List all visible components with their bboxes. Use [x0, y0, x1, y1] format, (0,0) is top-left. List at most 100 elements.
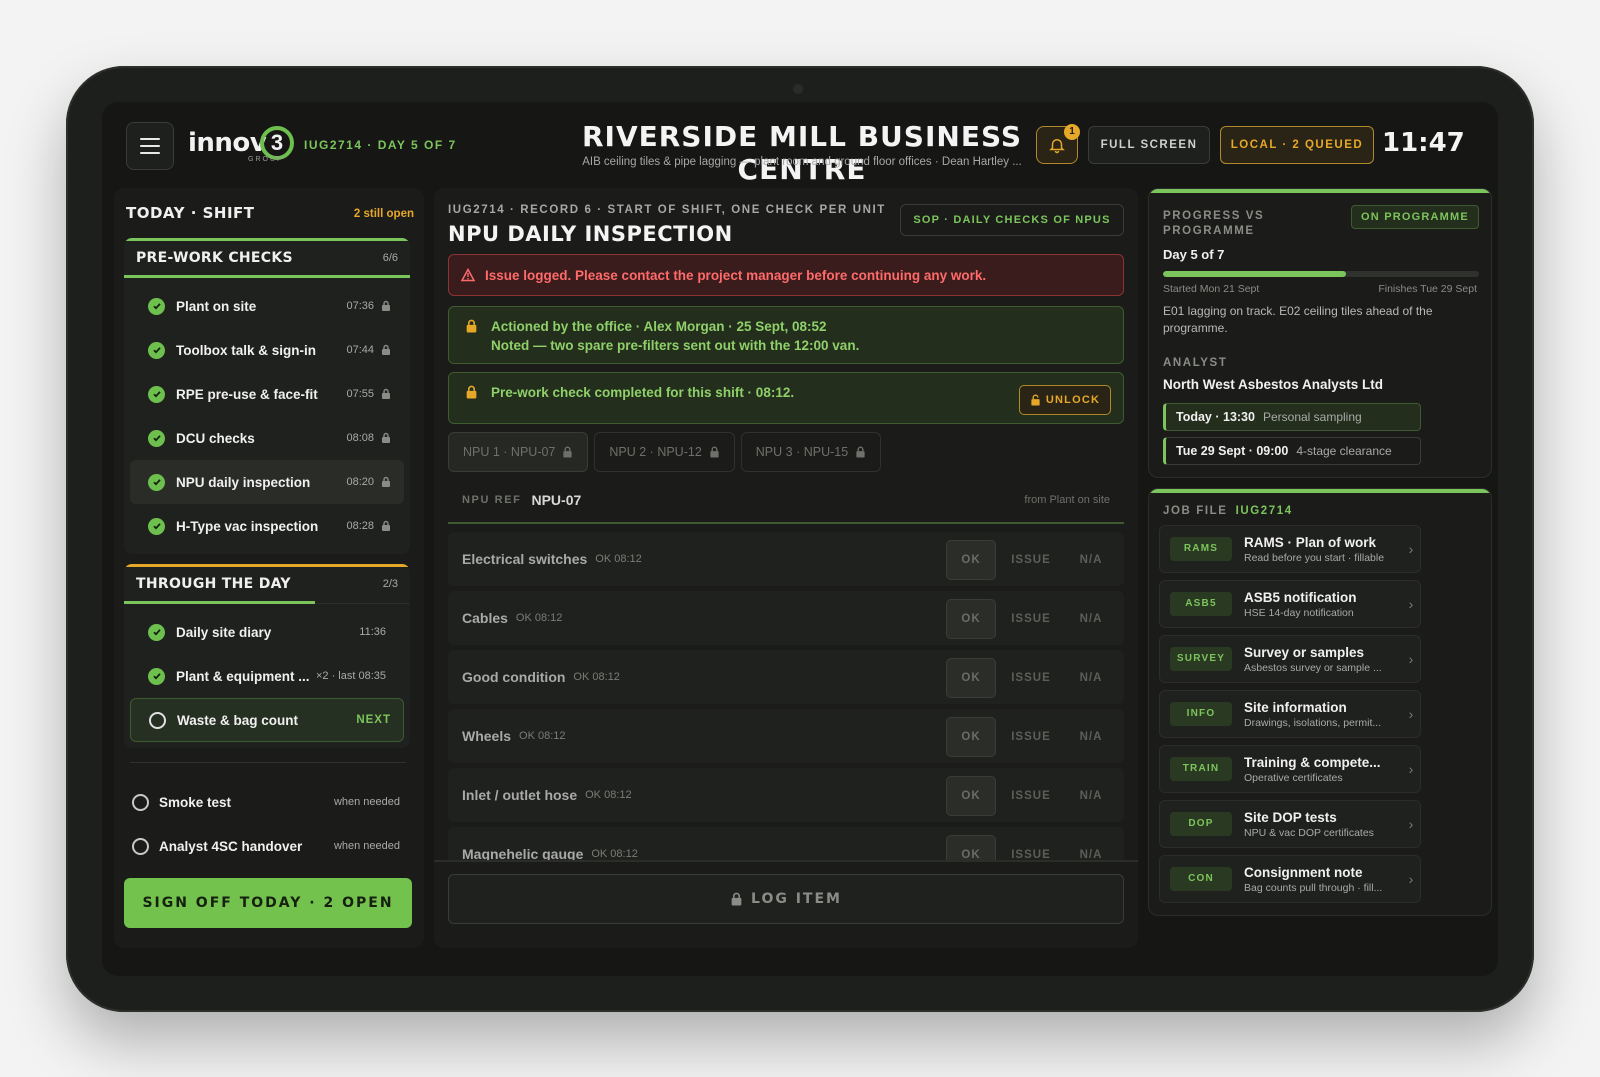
issue-button[interactable]: ISSUE: [1002, 599, 1060, 639]
tab-npu-3[interactable]: NPU 3 · NPU-15: [740, 432, 882, 472]
sign-off-button[interactable]: SIGN OFF TODAY · 2 OPEN: [124, 878, 412, 928]
ok-button[interactable]: OK: [946, 540, 996, 580]
sync-queue-status[interactable]: LOCAL · 2 QUEUED: [1220, 126, 1374, 164]
na-button[interactable]: N/A: [1066, 776, 1116, 816]
job-file-survey[interactable]: SURVEY Survey or samples Asbestos survey …: [1159, 635, 1421, 683]
inspection-panel: IUG2714 · RECORD 6 · START OF SHIFT, ONE…: [434, 188, 1138, 948]
menu-button[interactable]: [126, 122, 174, 170]
job-file-info[interactable]: INFO Site information Drawings, isolation…: [1159, 690, 1421, 738]
logo-wordmark: innov: [188, 128, 267, 158]
checklist-item-active[interactable]: NPU daily inspection 08:20: [130, 460, 404, 504]
doc-title: Consignment note: [1244, 864, 1363, 880]
lock-icon: [731, 892, 742, 906]
check-buttons: OK ISSUE N/A: [946, 658, 1116, 698]
ok-button[interactable]: OK: [946, 717, 996, 757]
group-count: 6/6: [382, 251, 398, 264]
check-buttons: OK ISSUE N/A: [946, 776, 1116, 816]
item-label: Plant & equipment ...: [176, 668, 310, 684]
na-button[interactable]: N/A: [1066, 717, 1116, 757]
job-file-title: JOB FILE: [1163, 505, 1228, 517]
completion-notice: Pre-work check completed for this shift …: [448, 372, 1124, 424]
checklist-item[interactable]: DCU checks 08:08: [130, 416, 404, 460]
issue-button[interactable]: ISSUE: [1002, 717, 1060, 757]
npu-ref-source: from Plant on site: [1024, 494, 1110, 506]
shift-panel: TODAY · SHIFT 2 still open PRE-WORK CHEC…: [114, 188, 424, 948]
log-item-button[interactable]: LOG ITEM: [448, 874, 1124, 924]
lock-icon: [466, 385, 477, 399]
through-the-day-group: THROUGH THE DAY 2/3 Daily site diary 11:…: [124, 564, 410, 748]
item-time: 11:36: [359, 626, 386, 638]
check-icon: [148, 385, 165, 403]
visit-type: Personal sampling: [1262, 410, 1362, 424]
issue-button[interactable]: ISSUE: [1002, 835, 1060, 862]
checklist-item[interactable]: Plant & equipment ... ×2 · last 08:35: [130, 654, 404, 698]
ok-button[interactable]: OK: [946, 776, 996, 816]
optional-item-analyst-handover[interactable]: Analyst 4SC handover when needed: [128, 826, 400, 866]
unlock-button[interactable]: UNLOCK: [1019, 385, 1111, 415]
check-icon: [148, 517, 165, 535]
innov8-logo: innov 3 GROUP: [188, 126, 298, 164]
issue-button[interactable]: ISSUE: [1002, 540, 1060, 580]
programme-progress-bar: [1163, 271, 1479, 277]
issue-button[interactable]: ISSUE: [1002, 658, 1060, 698]
chevron-right-icon: ›: [1408, 871, 1414, 887]
chevron-right-icon: ›: [1408, 816, 1414, 832]
checklist-item[interactable]: H-Type vac inspection 08:28: [130, 504, 404, 548]
job-file-asb5[interactable]: ASB5 ASB5 notification HSE 14-day notific…: [1159, 580, 1421, 628]
item-label: Toolbox talk & sign-in: [176, 342, 316, 358]
visit-time: Tue 29 Sept · 09:00: [1176, 444, 1289, 458]
check-label: Cables: [462, 610, 508, 626]
item-label: Analyst 4SC handover: [159, 838, 303, 854]
chevron-right-icon: ›: [1408, 596, 1414, 612]
checklist-item[interactable]: Plant on site 07:36: [130, 284, 404, 328]
still-open-count: 2 still open: [353, 208, 414, 220]
issue-button[interactable]: ISSUE: [1002, 776, 1060, 816]
doc-tag: RAMS: [1170, 537, 1232, 561]
item-label: Plant on site: [176, 298, 257, 314]
tab-npu-1[interactable]: NPU 1 · NPU-07: [448, 432, 589, 472]
analyst-visit[interactable]: Tue 29 Sept · 09:00 4-stage clearance: [1163, 437, 1421, 465]
na-button[interactable]: N/A: [1066, 599, 1116, 639]
na-button[interactable]: N/A: [1066, 835, 1116, 862]
completion-text: Pre-work check completed for this shift …: [491, 385, 795, 400]
check-status: OK 08:12: [519, 730, 566, 742]
doc-subtitle: Bag counts pull through · fill...: [1244, 881, 1383, 894]
fullscreen-button[interactable]: FULL SCREEN: [1088, 126, 1210, 164]
checklist-item[interactable]: Daily site diary 11:36: [130, 610, 404, 654]
ok-button[interactable]: OK: [946, 658, 996, 698]
chevron-right-icon: ›: [1408, 651, 1414, 667]
sop-button[interactable]: SOP · DAILY CHECKS OF NPUS: [900, 204, 1124, 236]
job-file-dop[interactable]: DOP Site DOP tests NPU & vac DOP certific…: [1159, 800, 1421, 848]
analyst-visit[interactable]: Today · 13:30 Personal sampling: [1163, 403, 1421, 431]
card-accent: [1149, 489, 1491, 493]
checklist-item[interactable]: RPE pre-use & face-fit 07:55: [130, 372, 404, 416]
optional-item-smoke-test[interactable]: Smoke test when needed: [128, 782, 400, 822]
job-file-consignment[interactable]: CON Consignment note Bag counts pull thro…: [1159, 855, 1421, 903]
doc-title: Training & compete...: [1244, 754, 1381, 770]
job-file-training[interactable]: TRAIN Training & compete... Operative cer…: [1159, 745, 1421, 793]
day-counter: Day 5 of 7: [1163, 247, 1225, 262]
ok-button[interactable]: OK: [946, 835, 996, 862]
check-row: Wheels OK 08:12 OK ISSUE N/A: [448, 709, 1124, 763]
job-file-rams[interactable]: RAMS RAMS · Plan of work Read before you …: [1159, 525, 1421, 573]
check-label: Electrical switches: [462, 551, 588, 567]
ok-button[interactable]: OK: [946, 599, 996, 639]
check-status: OK 08:12: [595, 553, 642, 565]
checklist-item-next[interactable]: Waste & bag count NEXT: [130, 698, 404, 742]
alert-text: Issue logged. Please contact the project…: [485, 267, 987, 283]
item-label: Waste & bag count: [177, 712, 299, 728]
checklist-item[interactable]: Toolbox talk & sign-in 07:44: [130, 328, 404, 372]
item-time: 07:36: [346, 300, 374, 312]
item-time: 07:44: [346, 344, 374, 356]
lock-icon: [382, 432, 390, 443]
unlock-icon: [1031, 394, 1040, 406]
check-row: Electrical switches OK 08:12 OK ISSUE N/…: [448, 532, 1124, 586]
na-button[interactable]: N/A: [1066, 540, 1116, 580]
check-icon: [148, 297, 165, 315]
tab-npu-2[interactable]: NPU 2 · NPU-12: [594, 432, 735, 472]
job-file-label: JOB FILE IUG2714: [1163, 505, 1293, 517]
item-label: H-Type vac inspection: [176, 518, 319, 534]
check-icon: [148, 473, 165, 491]
doc-title: Site information: [1244, 699, 1347, 715]
na-button[interactable]: N/A: [1066, 658, 1116, 698]
